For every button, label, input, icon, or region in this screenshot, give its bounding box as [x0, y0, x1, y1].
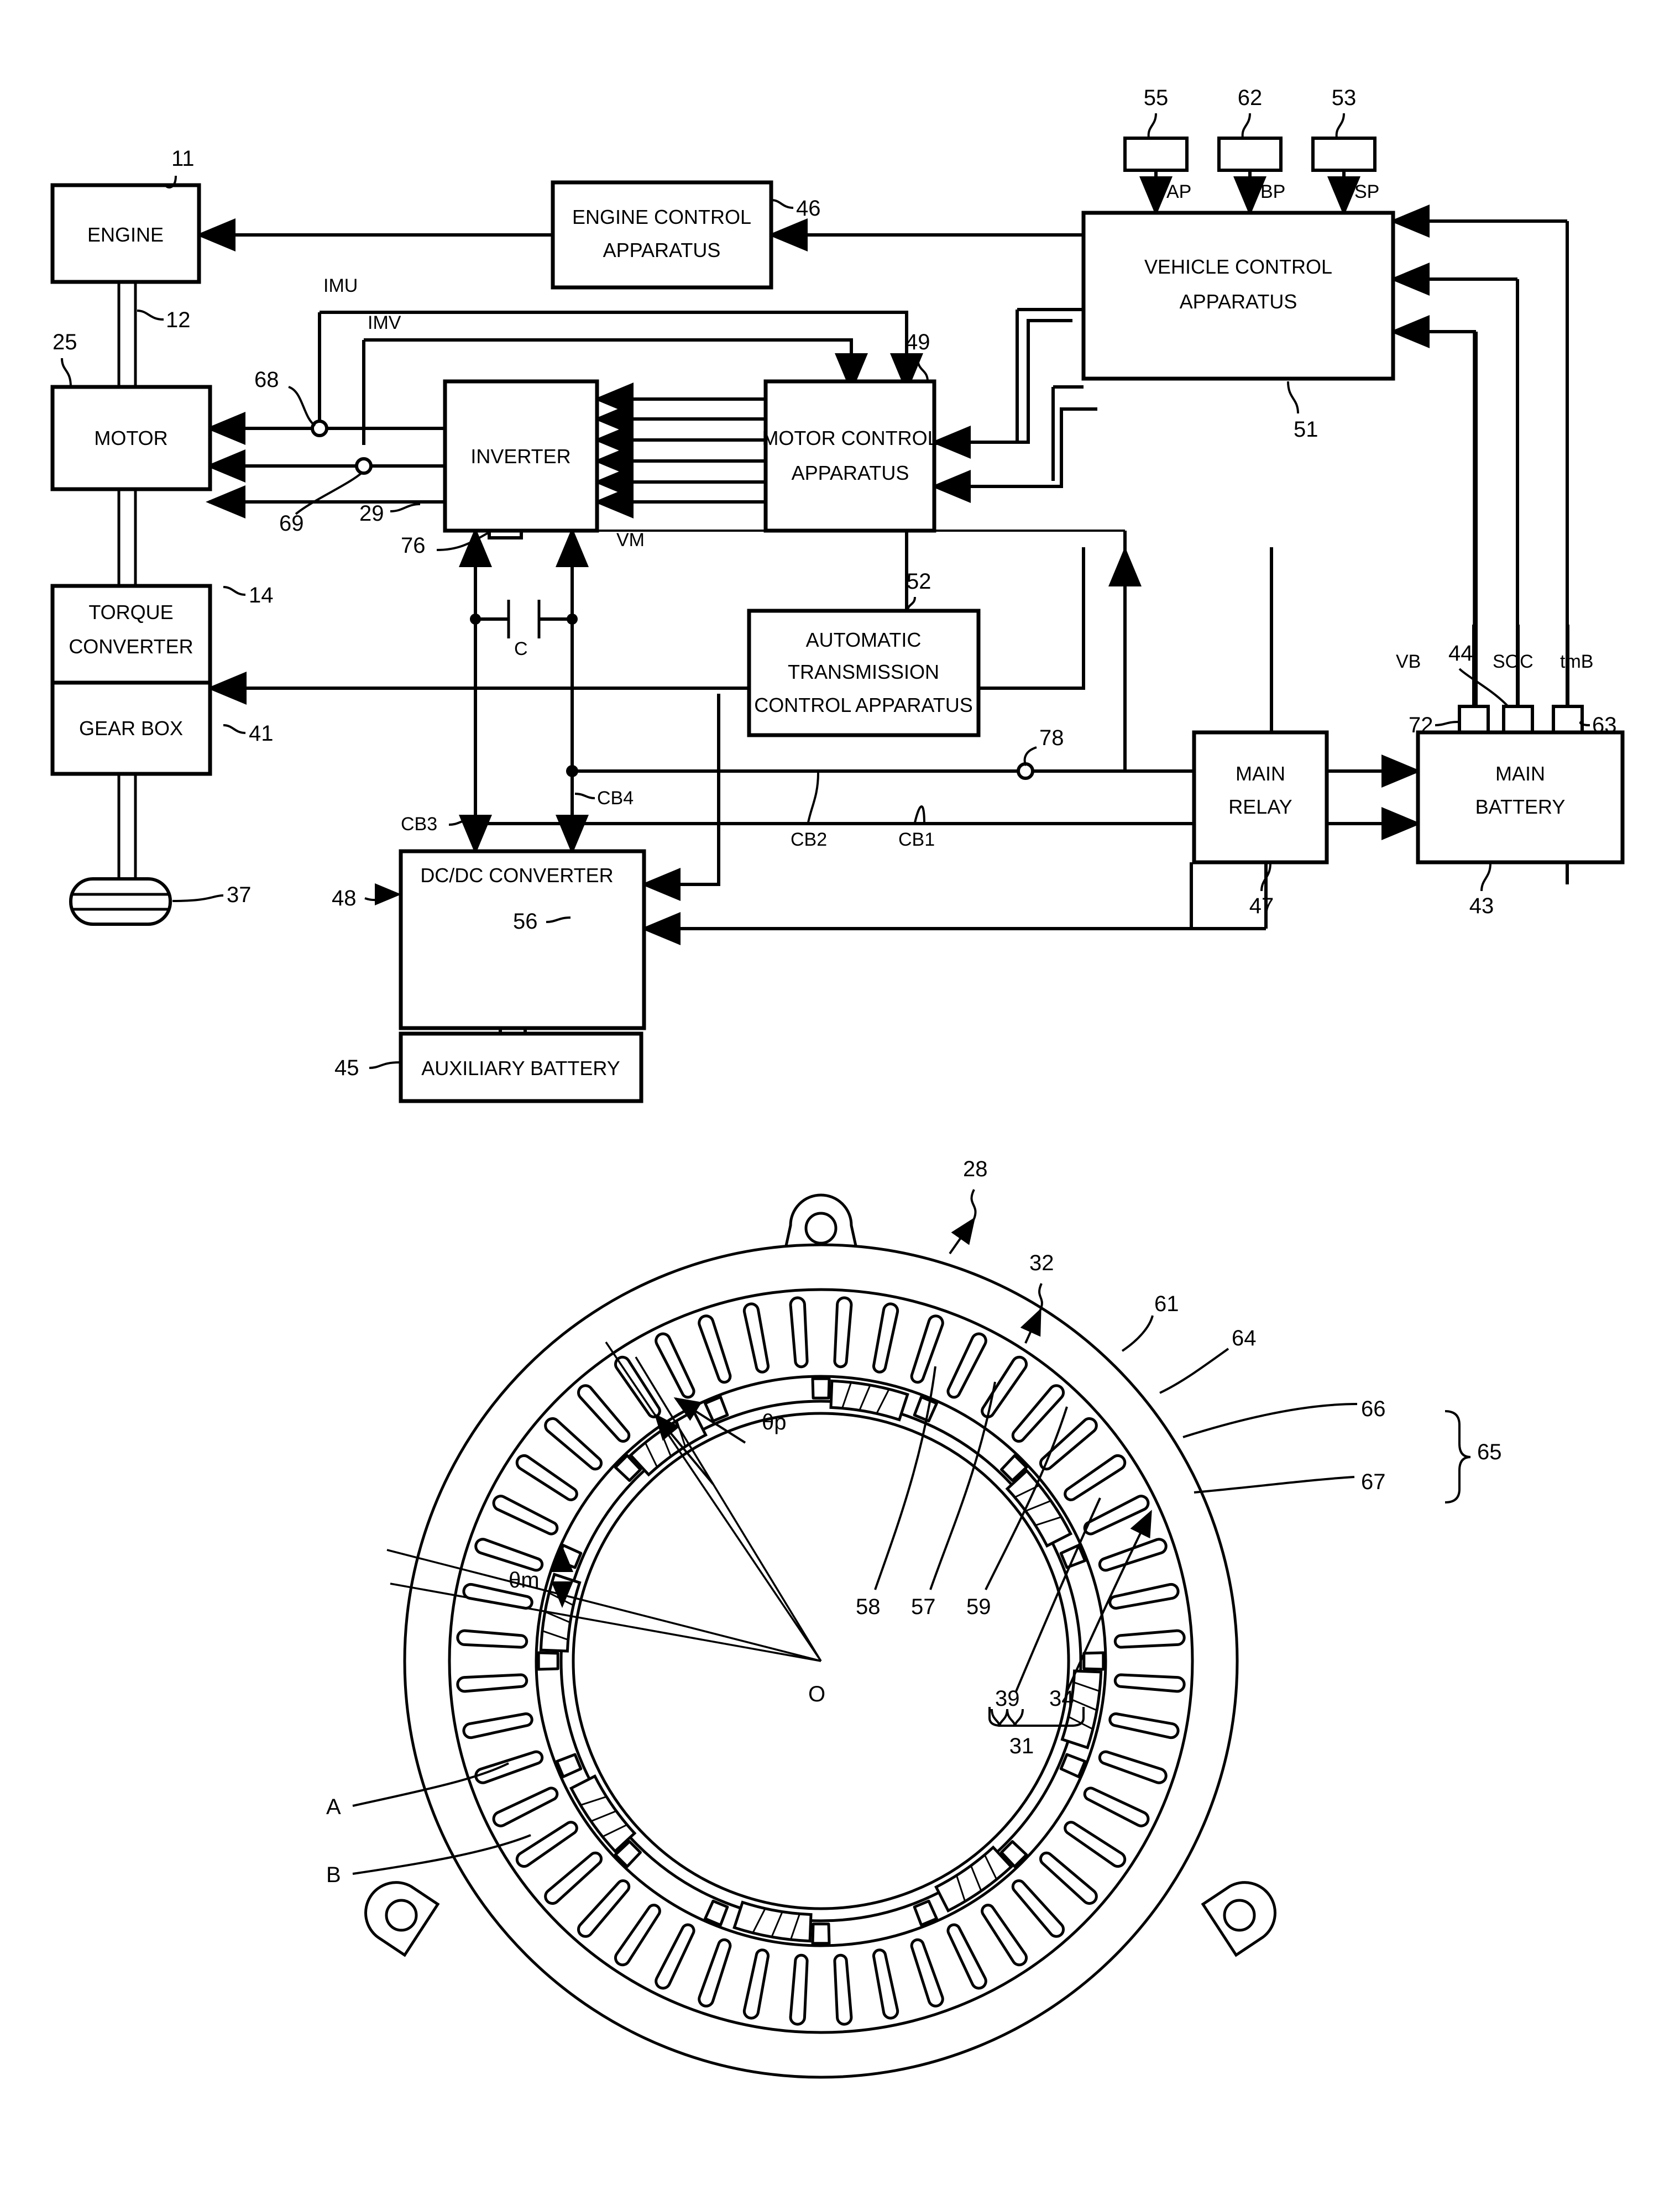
label-theta-p: θp — [762, 1410, 787, 1434]
patent-figure-page: ENGINE 11 12 ENGINE CONTROL APPARATUS 46… — [0, 0, 1680, 2211]
stator-tooth-tip — [537, 1651, 559, 1671]
label-origin-o: O — [808, 1682, 825, 1706]
figure-2-stator-cross-section: θp θm O 28 32 61 64 66 67 65 58 57 59 39… — [326, 1157, 1502, 2079]
ref-58: 58 — [856, 1595, 881, 1619]
ref-59: 59 — [966, 1595, 991, 1619]
ref-28: 28 — [963, 1157, 988, 1181]
ref-65: 65 — [1477, 1440, 1502, 1464]
label-b: B — [326, 1863, 341, 1887]
ref-64: 64 — [1232, 1326, 1257, 1350]
label-theta-m: θm — [509, 1568, 540, 1592]
stator-core: θp θm O 28 32 61 64 66 67 65 58 57 59 39… — [326, 1157, 1502, 2079]
stator-tooth-tip — [1082, 1651, 1105, 1671]
label-a: A — [326, 1795, 341, 1819]
ref-39: 39 — [995, 1686, 1020, 1711]
stator-tooth-tip — [811, 1377, 831, 1400]
ref-34: 34 — [1049, 1686, 1074, 1711]
ref-61: 61 — [1154, 1292, 1179, 1316]
ref-57: 57 — [911, 1595, 936, 1619]
ref-31: 31 — [1009, 1734, 1034, 1758]
ref-66: 66 — [1361, 1397, 1386, 1421]
ref-67: 67 — [1361, 1470, 1386, 1494]
ref-32: 32 — [1029, 1251, 1054, 1275]
stator-tooth-tip — [811, 1922, 831, 1945]
